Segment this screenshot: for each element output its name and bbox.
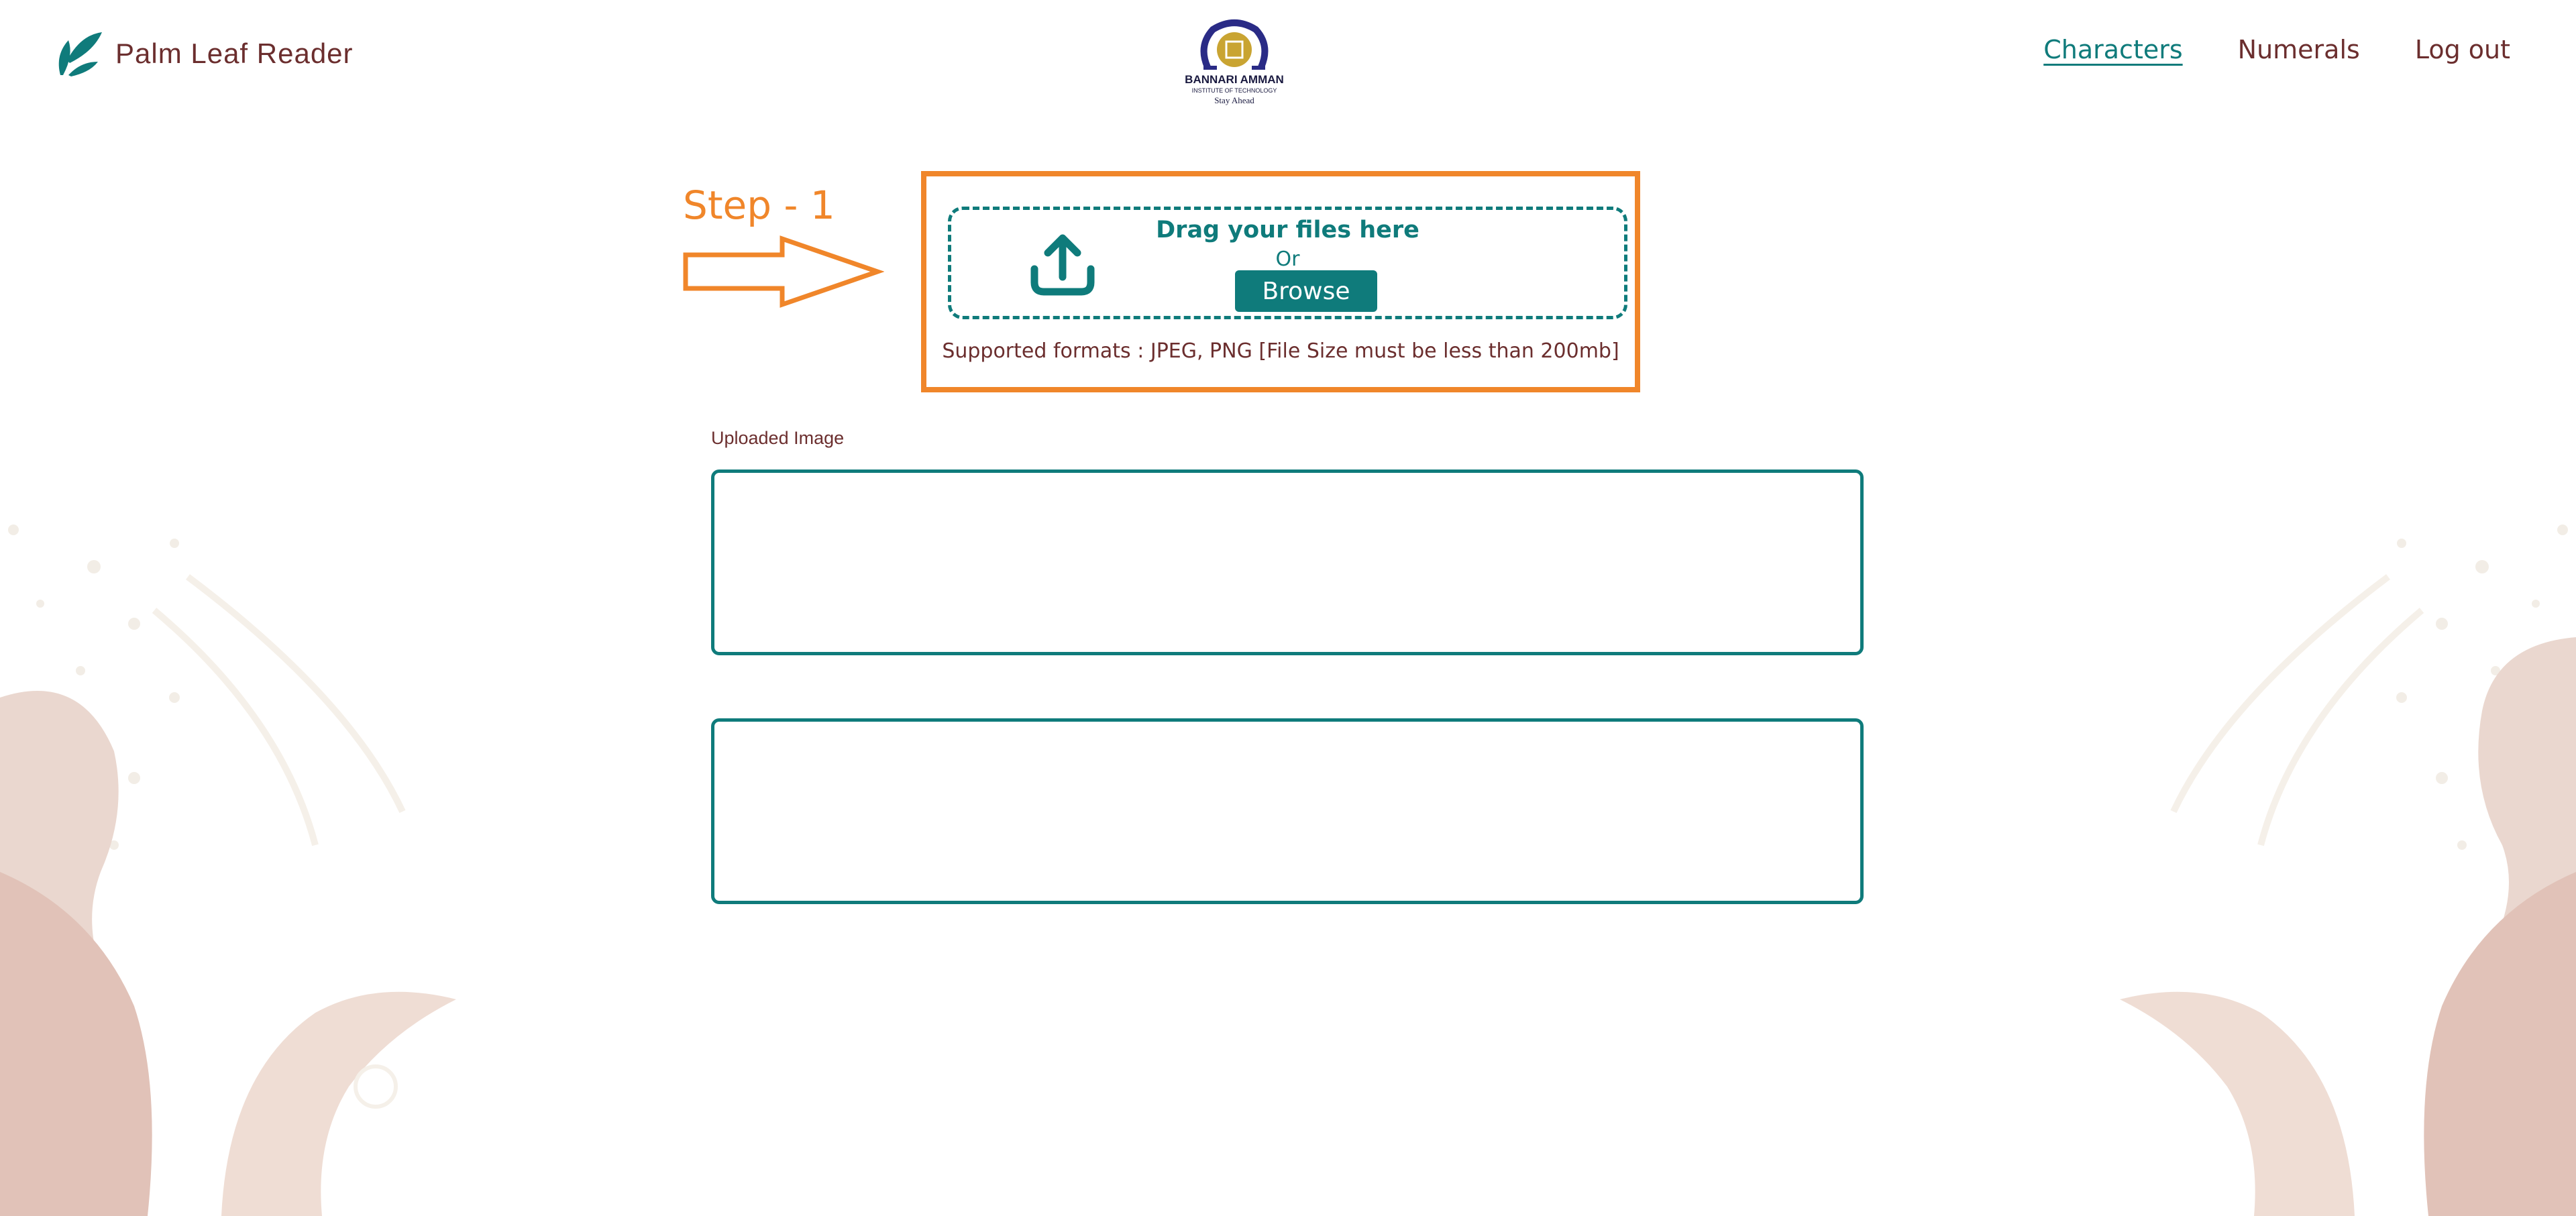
decorative-background-left xyxy=(0,524,456,1216)
nav-logout[interactable]: Log out xyxy=(2415,35,2510,64)
step-label: Step - 1 xyxy=(683,182,835,228)
brand[interactable]: Palm Leaf Reader xyxy=(54,28,354,79)
step-arrow-icon xyxy=(683,235,884,308)
uploaded-image-label: Uploaded Image xyxy=(711,428,845,448)
dropzone-or: Or xyxy=(1275,247,1300,271)
nav-numerals[interactable]: Numerals xyxy=(2238,35,2360,64)
supported-formats-note: Supported formats : JPEG, PNG [File Size… xyxy=(942,339,1619,363)
result-output-box xyxy=(711,718,1864,904)
institute-logo: BANNARI AMMAN INSTITUTE OF TECHNOLOGY St… xyxy=(1185,19,1284,105)
file-dropzone[interactable]: Drag your files here Or Browse xyxy=(948,207,1627,319)
palm-leaf-logo-icon xyxy=(58,32,102,76)
institute-tagline: Stay Ahead xyxy=(1214,95,1254,105)
dropzone-title: Drag your files here xyxy=(1156,217,1419,243)
app-name: Palm Leaf Reader xyxy=(115,38,354,69)
nav-characters[interactable]: Characters xyxy=(2043,35,2182,64)
browse-button[interactable]: Browse xyxy=(1235,270,1377,312)
institute-name-line1: BANNARI AMMAN xyxy=(1185,73,1284,86)
decorative-background-right xyxy=(2120,524,2576,1216)
uploaded-image-box xyxy=(711,469,1864,655)
institute-name-line2: INSTITUTE OF TECHNOLOGY xyxy=(1192,87,1277,94)
main-nav: Characters Numerals Log out xyxy=(2043,35,2510,64)
